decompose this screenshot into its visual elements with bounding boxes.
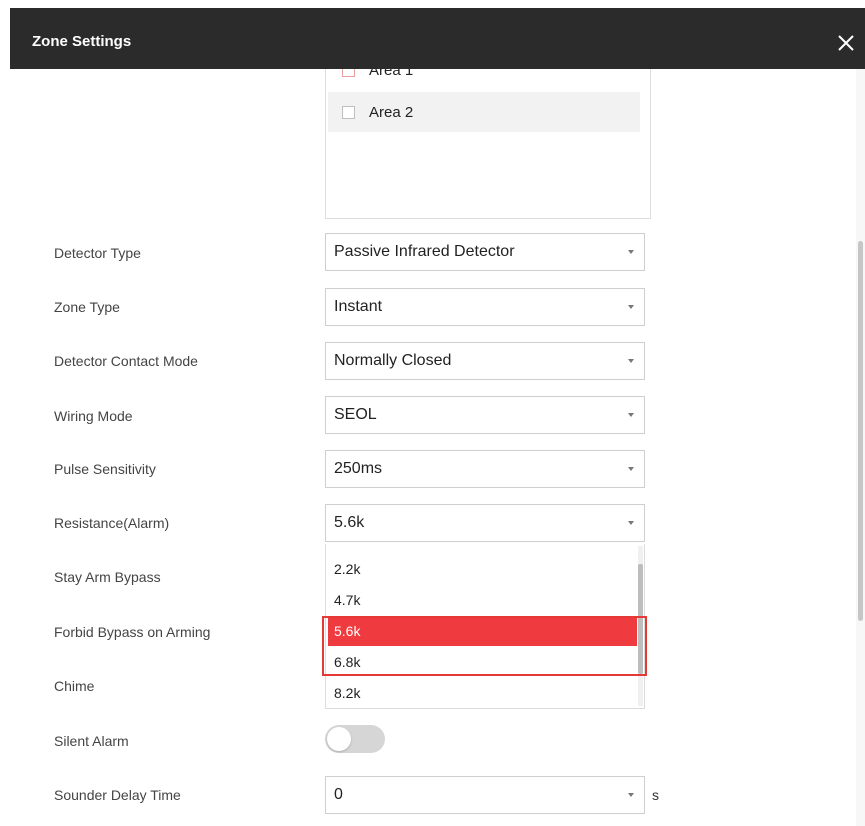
close-icon[interactable] (829, 28, 865, 58)
area-1-checkbox[interactable] (342, 69, 355, 77)
sounder-delay-select[interactable]: 0 (325, 776, 645, 814)
dropdown-scrollbar-thumb[interactable] (638, 564, 643, 674)
sounder-delay-label: Sounder Delay Time (54, 787, 181, 803)
wiring-mode-value: SEOL (334, 406, 377, 423)
zone-type-value: Instant (334, 298, 383, 315)
resistance-dropdown-list: 2.2k 4.7k 5.6k 6.8k 8.2k (325, 544, 645, 709)
detector-type-value: Passive Infrared Detector (334, 243, 515, 260)
chevron-down-icon (628, 467, 634, 471)
toggle-knob (327, 727, 351, 751)
zone-type-label: Zone Type (54, 299, 120, 315)
chevron-down-icon (628, 793, 634, 797)
contact-mode-value: Normally Closed (334, 352, 452, 369)
sounder-delay-value: 0 (334, 786, 343, 803)
silent-alarm-toggle[interactable] (325, 725, 385, 753)
dropdown-option[interactable]: 6.8k (328, 647, 637, 677)
contact-mode-label: Detector Contact Mode (54, 353, 198, 369)
zone-settings-dialog: Zone Settings Area 1 Area 2 Detector Typ… (0, 0, 865, 826)
area-1-label: Area 1 (369, 69, 414, 79)
area-2-label: Area 2 (369, 103, 414, 121)
chevron-down-icon (628, 521, 634, 525)
chime-label: Chime (54, 678, 95, 694)
pulse-sensitivity-label: Pulse Sensitivity (54, 461, 156, 477)
dialog-title: Zone Settings (32, 33, 132, 50)
page-scrollbar[interactable] (856, 69, 865, 826)
pulse-sensitivity-select[interactable]: 250ms (325, 450, 645, 488)
page-scrollbar-thumb[interactable] (858, 241, 863, 621)
dropdown-option-selected[interactable]: 5.6k (328, 616, 637, 646)
zone-type-select[interactable]: Instant (325, 288, 645, 326)
stay-arm-bypass-label: Stay Arm Bypass (54, 569, 161, 585)
sounder-delay-unit: s (652, 787, 659, 803)
wiring-mode-select[interactable]: SEOL (325, 396, 645, 434)
resistance-alarm-label: Resistance(Alarm) (54, 515, 170, 531)
dropdown-option[interactable]: 4.7k (328, 585, 637, 615)
resistance-alarm-value: 5.6k (334, 514, 365, 531)
wiring-mode-label: Wiring Mode (54, 408, 133, 424)
dialog-titlebar: Zone Settings (10, 8, 865, 69)
area-list: Area 1 Area 2 (325, 69, 651, 219)
area-item-1[interactable]: Area 1 (328, 69, 640, 90)
silent-alarm-label: Silent Alarm (54, 733, 129, 749)
pulse-sensitivity-value: 250ms (334, 460, 383, 477)
chevron-down-icon (628, 250, 634, 254)
chevron-down-icon (628, 413, 634, 417)
chevron-down-icon (628, 305, 634, 309)
contact-mode-select[interactable]: Normally Closed (325, 342, 645, 380)
area-2-checkbox[interactable] (342, 105, 355, 119)
resistance-alarm-select[interactable]: 5.6k (325, 504, 645, 542)
detector-type-select[interactable]: Passive Infrared Detector (325, 233, 645, 271)
dialog-content: Area 1 Area 2 Detector Type Passive Infr… (10, 69, 855, 826)
area-item-2[interactable]: Area 2 (328, 92, 640, 132)
detector-type-label: Detector Type (54, 245, 141, 261)
forbid-bypass-label: Forbid Bypass on Arming (54, 624, 211, 640)
dropdown-option[interactable]: 8.2k (328, 678, 637, 708)
chevron-down-icon (628, 359, 634, 363)
dropdown-option[interactable]: 2.2k (328, 554, 637, 584)
